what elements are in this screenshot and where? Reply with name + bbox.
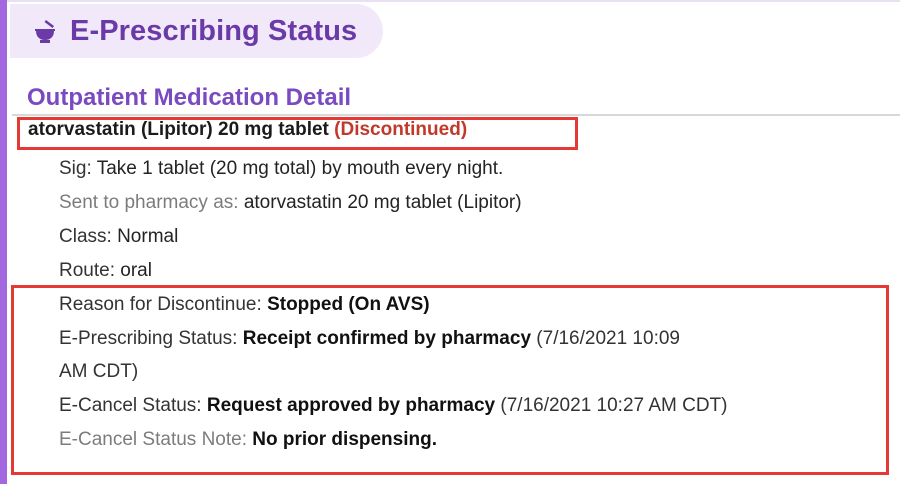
section-divider — [12, 114, 900, 116]
class-value: Normal — [117, 226, 179, 247]
medication-name: atorvastatin (Lipitor) 20 mg tablet — [28, 119, 329, 140]
sig-label: Sig: — [59, 158, 92, 179]
erx-status-timestamp-cont: AM CDT) — [59, 361, 139, 382]
medication-title[interactable]: atorvastatin (Lipitor) 20 mg tablet (Dis… — [28, 119, 467, 141]
erx-status-label: E-Prescribing Status: — [59, 328, 238, 349]
ecancel-note-row: E-Cancel Status Note: No prior dispensin… — [59, 429, 437, 451]
erx-status-value: Receipt confirmed by pharmacy — [242, 328, 532, 349]
page-title: E-Prescribing Status — [70, 14, 358, 47]
class-label: Class: — [59, 226, 112, 247]
sent-to-pharmacy-value: atorvastatin 20 mg tablet (Lipitor) — [243, 192, 522, 213]
ecancel-status-row: E-Cancel Status: Request approved by pha… — [59, 395, 727, 417]
accent-sidebar-bar — [0, 0, 7, 484]
erx-status-row: E-Prescribing Status: Receipt confirmed … — [59, 328, 680, 350]
sig-row: Sig: Take 1 tablet (20 mg total) by mout… — [59, 158, 503, 180]
reason-label: Reason for Discontinue: — [59, 294, 262, 315]
section-heading: Outpatient Medication Detail — [27, 84, 352, 111]
sig-value: Take 1 tablet (20 mg total) by mouth eve… — [96, 158, 504, 179]
section-title-pill: E-Prescribing Status — [10, 4, 384, 58]
medication-status: (Discontinued) — [334, 119, 468, 140]
mortar-pestle-icon — [32, 18, 58, 44]
route-label: Route: — [59, 260, 115, 281]
reason-row: Reason for Discontinue: Stopped (On AVS) — [59, 294, 430, 316]
route-value: oral — [120, 260, 152, 281]
ecancel-status-timestamp: (7/16/2021 10:27 AM CDT) — [500, 395, 728, 416]
sent-to-pharmacy-label: Sent to pharmacy as: — [59, 192, 239, 213]
class-row: Class: Normal — [59, 226, 178, 248]
ecancel-note-value: No prior dispensing. — [252, 429, 437, 450]
ecancel-status-label: E-Cancel Status: — [59, 395, 202, 416]
ecancel-note-label: E-Cancel Status Note: — [59, 429, 247, 450]
top-border — [0, 0, 900, 2]
route-row: Route: oral — [59, 260, 152, 282]
erx-status-timestamp: (7/16/2021 10:09 — [536, 328, 680, 349]
ecancel-status-value: Request approved by pharmacy — [206, 395, 496, 416]
erx-status-row-continued: AM CDT) — [59, 361, 138, 383]
sent-to-pharmacy-row: Sent to pharmacy as: atorvastatin 20 mg … — [59, 192, 522, 214]
reason-value: Stopped (On AVS) — [267, 294, 430, 315]
